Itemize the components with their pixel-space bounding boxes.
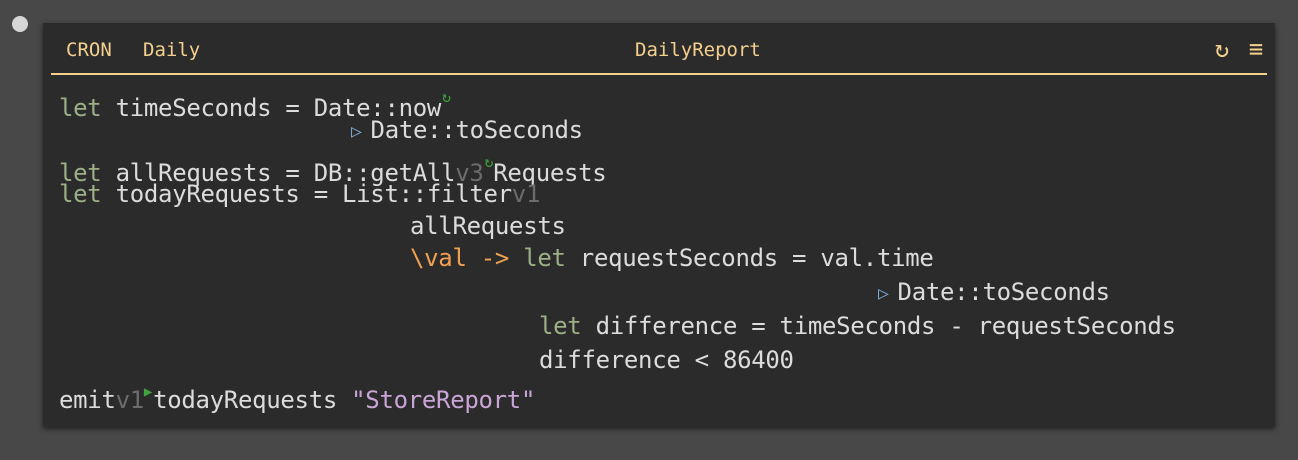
play-icon[interactable]: ▶	[144, 384, 152, 400]
refresh-icon[interactable]: ↻	[1209, 35, 1235, 63]
function-call[interactable]: List::filter	[342, 180, 512, 208]
keyword-let: let	[59, 94, 102, 122]
argument: allRequests	[410, 212, 566, 240]
variable-binding: timeSeconds =	[101, 94, 314, 122]
function-version: v1	[511, 180, 541, 208]
code-line: emitv1▶todayRequests "StoreReport"	[59, 376, 535, 414]
code-line: let allRequests = DB::getAllv3↻Requests	[59, 146, 607, 187]
function-call[interactable]: Date::toSeconds	[898, 278, 1111, 306]
pipe-icon: ▷	[878, 283, 889, 304]
code-line: let timeSeconds = Date::now↻	[59, 81, 451, 122]
function-version: v1	[115, 386, 145, 414]
code-line: ▷ Date::toSeconds	[351, 114, 583, 146]
string-literal: "StoreReport"	[351, 386, 536, 414]
handler-name[interactable]: DailyReport	[635, 38, 761, 62]
code-line: let todayRequests = List::filterv1	[59, 178, 540, 210]
hamburger-menu-icon[interactable]: ≡	[1243, 35, 1269, 63]
pipe-icon: ▷	[351, 121, 362, 142]
cron-handler: CRON Daily DailyReport ↻ ≡ let timeSecon…	[43, 23, 1275, 427]
variable-binding: difference = timeSeconds - requestSecond…	[581, 312, 1176, 340]
handler-modifier[interactable]: Daily	[143, 38, 200, 62]
variable-binding: requestSeconds = val.time	[565, 244, 934, 272]
code-line: ▷ Date::toSeconds	[878, 276, 1110, 308]
argument: todayRequests	[153, 386, 352, 414]
rerun-icon[interactable]: ↻	[442, 88, 451, 106]
lambda-params: \val ->	[410, 244, 524, 272]
handler-header: CRON Daily DailyReport ↻ ≡	[51, 23, 1267, 75]
rerun-icon[interactable]: ↻	[485, 153, 494, 171]
keyword-let: let	[59, 180, 102, 208]
code-line: allRequests	[410, 210, 566, 242]
expression: difference < 86400	[539, 346, 794, 374]
code-line: \val -> let requestSeconds = val.time	[410, 242, 934, 274]
handler-module[interactable]: CRON	[66, 38, 112, 62]
code-line: let difference = timeSeconds - requestSe…	[539, 310, 1176, 342]
function-call[interactable]: emit	[59, 386, 116, 414]
handler-drag-dot[interactable]	[12, 16, 28, 32]
variable-binding: todayRequests =	[101, 180, 342, 208]
keyword-let: let	[523, 244, 566, 272]
function-call[interactable]: Date::toSeconds	[371, 116, 584, 144]
code-line: difference < 86400	[539, 344, 794, 376]
keyword-let: let	[539, 312, 582, 340]
